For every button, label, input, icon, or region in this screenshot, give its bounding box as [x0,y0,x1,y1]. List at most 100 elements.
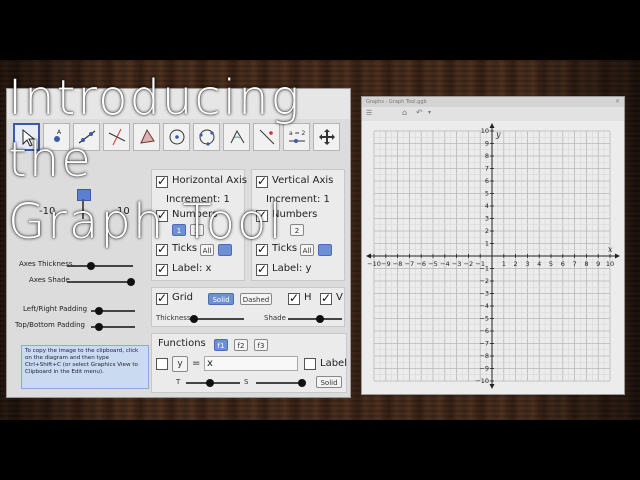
function-input[interactable]: x [204,356,298,371]
y-tick-label: −7 [479,340,489,348]
grid-h-checkbox[interactable] [288,291,300,305]
coordinate-grid[interactable]: −10 −9 −8 −7 −6 −5 −4 −3 −2 −1 1 2 3 4 5 6 7 8 9 10−10−9−8−… [362,121,624,394]
horizontal-number-style-2[interactable]: 2 [190,224,204,236]
vertical-ticks-checkbox[interactable] [256,242,268,256]
vertical-axis-checkbox[interactable] [256,174,268,188]
y-tick-label: −6 [479,327,489,335]
vertical-numbers-checkbox[interactable] [256,208,268,222]
undo-icon[interactable]: ↶ [416,108,423,117]
polygon-tool[interactable] [133,123,160,151]
axes-thickness-label: Axes Thickness [19,260,73,268]
slider-tool[interactable]: a = 2 [283,123,310,151]
function-f2-button[interactable]: f2 [234,339,248,351]
horizontal-axis-checkbox[interactable] [156,174,168,188]
settings-window: A a = 2 -10 10 Axes Thickness Axes Shade… [6,88,351,398]
move-view-tool[interactable] [313,123,340,151]
perpendicular-icon [108,128,126,146]
grid-shade-slider[interactable] [288,315,342,323]
x-tick-label: 1 [502,260,506,268]
grid-shade-knob[interactable] [316,315,324,323]
function-thickness-slider[interactable] [186,379,240,387]
slider-icon: a = 2 [289,130,306,143]
y-tick-label: −1 [479,265,489,273]
grid-v-checkbox[interactable] [320,291,332,305]
function-f3-button[interactable]: f3 [254,339,268,351]
vertical-number-style-2[interactable]: 2 [290,224,304,236]
y-tick-label: −5 [479,315,489,323]
function-input-value: x [207,358,213,369]
grid-thickness-slider[interactable] [190,315,244,323]
vertical-label-checkbox[interactable] [256,262,268,276]
axes-shade-slider[interactable] [67,278,135,286]
x-tick-label: 4 [537,260,541,268]
function-thickness-knob[interactable] [206,379,214,387]
function-y-button[interactable]: y [172,356,188,372]
window-close-icon[interactable]: ✕ [615,97,620,107]
vertical-increment: Increment: 1 [266,194,330,205]
move-tool[interactable] [13,123,40,151]
x-tick-label: 5 [549,260,553,268]
grid-v-label: V [336,292,343,303]
function-f1-button[interactable]: f1 [214,339,228,351]
y-tick-label: 1 [485,240,489,248]
grid-dashed-button[interactable]: Dashed [240,293,272,305]
home-icon[interactable]: ⌂ [402,108,407,117]
line-tool[interactable] [73,123,100,151]
circle-tool[interactable] [163,123,190,151]
horizontal-number-style-1[interactable]: 1 [172,224,186,236]
function-shade-slider[interactable] [256,379,306,387]
function-solid-button[interactable]: Solid [316,376,342,388]
y-axis-label: y [495,130,501,139]
y-tick-label: −4 [479,302,489,310]
horizontal-label-checkbox[interactable] [156,262,168,276]
grid-solid-button[interactable]: Solid [208,293,234,305]
graph-window-titlebar: Graphs - Graph Tool.ggb ✕ [362,97,624,107]
perpendicular-tool[interactable] [103,123,130,151]
y-tick-label: 6 [485,177,489,185]
circle-three-points-tool[interactable] [193,123,220,151]
y-tick-label: 7 [485,165,489,173]
grid-thickness-knob[interactable] [190,315,198,323]
vertical-axis-name: Label: y [272,263,312,274]
graph-window-toolbar: ☰ ⌂ ↶ ▾ [362,107,624,122]
horizontal-ticks-all-button[interactable]: All [200,244,214,256]
tb-padding-knob[interactable] [95,323,103,331]
function-visible-checkbox[interactable] [156,358,168,370]
axes-shade-label: Axes Shade [29,276,70,284]
y-tick-label: 10 [481,127,489,135]
grid-panel: Grid Solid Dashed H V Thickness Shade [151,287,345,327]
vertical-ticks-all-button[interactable]: All [300,244,314,256]
circle-icon [169,129,185,145]
grid-checkbox[interactable] [156,291,168,305]
lr-padding-label: Left/Right Padding [23,305,88,313]
graph-window-title: Graphs - Graph Tool.ggb [366,99,427,105]
tb-padding-slider[interactable] [91,323,135,331]
grid-label: Grid [172,292,193,303]
grid-shade-label: Shade [264,314,286,322]
plot-background [362,121,624,394]
x-tick-label: −4 [440,260,450,268]
horizontal-ticks-option-button[interactable] [218,244,232,256]
reflect-tool[interactable] [253,123,280,151]
y-tick-label: −10 [475,377,489,385]
tool-bar: A a = 2 [13,121,347,155]
function-label-checkbox[interactable] [304,358,316,370]
dropdown-chevron-icon[interactable]: ▾ [428,109,431,116]
lr-padding-knob[interactable] [95,307,103,315]
horizontal-axis-panel: Horizontal Axis Increment: 1 Numbers 1 2… [151,169,247,281]
axes-thickness-slider[interactable] [67,262,133,270]
lr-padding-slider[interactable] [91,307,135,315]
menu-icon[interactable]: ☰ [366,109,372,117]
range-max: 10 [117,206,130,217]
horizontal-numbers-checkbox[interactable] [156,208,168,222]
vertical-ticks-option-button[interactable] [318,244,332,256]
x-tick-label: 2 [514,260,518,268]
axes-preview [77,189,93,219]
y-tick-label: 3 [485,215,489,223]
horizontal-ticks-checkbox[interactable] [156,242,168,256]
angle-tool[interactable] [223,123,250,151]
function-shade-knob[interactable] [298,379,306,387]
axes-thickness-knob[interactable] [87,262,95,270]
axes-shade-knob[interactable] [127,278,135,286]
point-tool[interactable]: A [43,123,70,151]
